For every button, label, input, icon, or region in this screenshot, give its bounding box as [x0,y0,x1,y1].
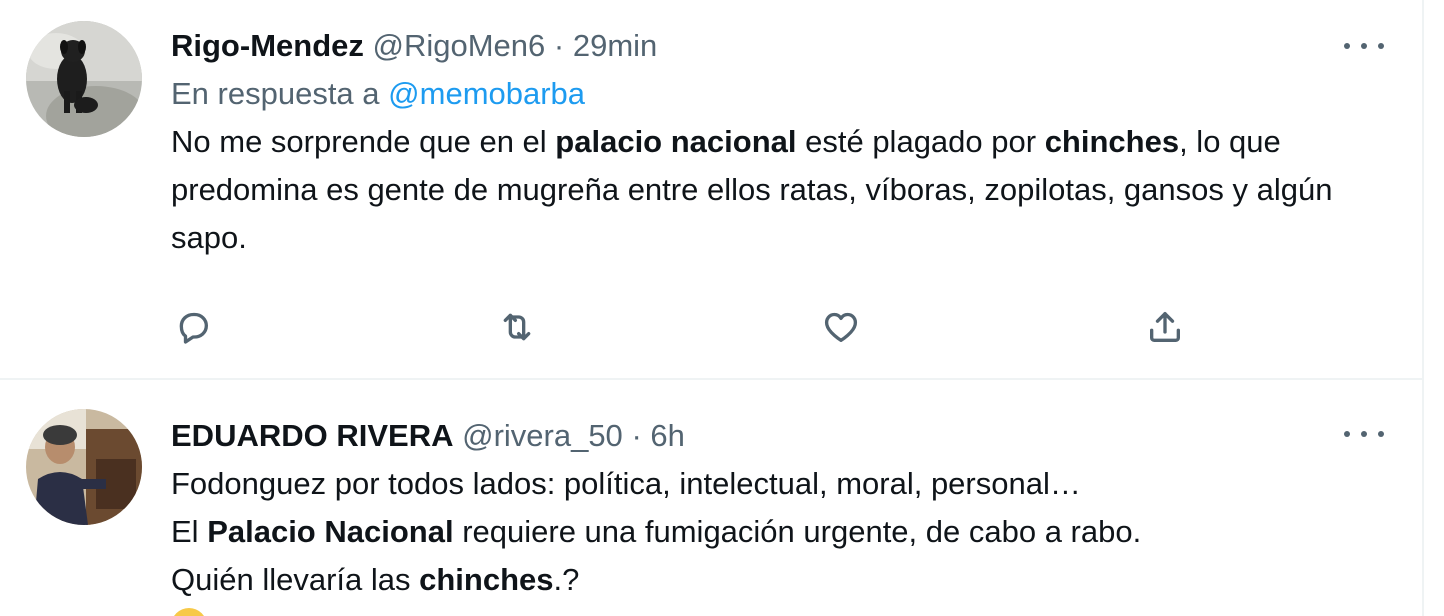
timestamp[interactable]: 29min [573,28,657,63]
like-icon[interactable] [819,303,863,351]
text-run: El [171,514,208,549]
tweet[interactable]: Rigo-Mendez @RigoMen6 · 29min En respues… [0,0,1422,380]
text-run: Quién llevaría las [171,562,420,597]
share-icon[interactable] [1143,303,1187,351]
avatar[interactable] [26,409,142,525]
user-handle[interactable]: @RigoMen6 [373,28,546,63]
bold-text: palacio nacional [555,124,797,159]
text-run: Fodonguez por todos lados: política, int… [171,466,1081,501]
separator: · [631,418,642,453]
reply-mention-link[interactable]: @memobarba [388,76,585,111]
timeline-feed: Rigo-Mendez @RigoMen6 · 29min En respues… [0,0,1424,616]
tweet-text: Fodonguez por todos lados: política, int… [171,460,1382,604]
tweet-body: EDUARDO RIVERA @rivera_50 · 6h Fodonguez… [171,412,1382,604]
tweet-body: Rigo-Mendez @RigoMen6 · 29min En respues… [171,22,1382,262]
text-run: .? [553,562,580,597]
more-options-icon[interactable] [1344,31,1384,61]
bold-text: chinches [419,562,554,597]
tweet-text: No me sorprende que en el palacio nacion… [171,118,1382,262]
more-options-icon[interactable] [1344,419,1384,449]
text-line: Fodonguez por todos lados: política, int… [171,460,1382,508]
bold-text: chinches [1044,124,1180,159]
display-name[interactable]: EDUARDO RIVERA [171,418,453,453]
separator: · [553,28,565,63]
retweet-icon[interactable] [495,303,539,351]
tweet-actions [171,303,1201,351]
avatar[interactable] [26,21,142,137]
tweet-header: EDUARDO RIVERA @rivera_50 · 6h [171,412,1382,460]
bold-text: Palacio Nacional [207,514,454,549]
tweet-header: Rigo-Mendez @RigoMen6 · 29min [171,22,1382,70]
text-line: El Palacio Nacional requiere una fumigac… [171,508,1382,556]
text-run: No me sorprende que en el [171,124,556,159]
text-line: Quién llevaría las chinches.? [171,556,1382,604]
user-handle[interactable]: @rivera_50 [462,418,623,453]
text-run: esté plagado por [796,124,1045,159]
man-avatar-photo [26,409,142,525]
timestamp[interactable]: 6h [650,418,684,453]
tweet[interactable]: EDUARDO RIVERA @rivera_50 · 6h Fodonguez… [0,382,1422,616]
display-name[interactable]: Rigo-Mendez [171,28,364,63]
dog-avatar-photo [26,21,142,137]
reply-icon[interactable] [171,303,215,351]
reply-context: En respuesta a @memobarba [171,70,1382,118]
text-run: requiere una fumigación urgente, de cabo… [453,514,1142,549]
reply-prefix: En respuesta a [171,76,380,111]
